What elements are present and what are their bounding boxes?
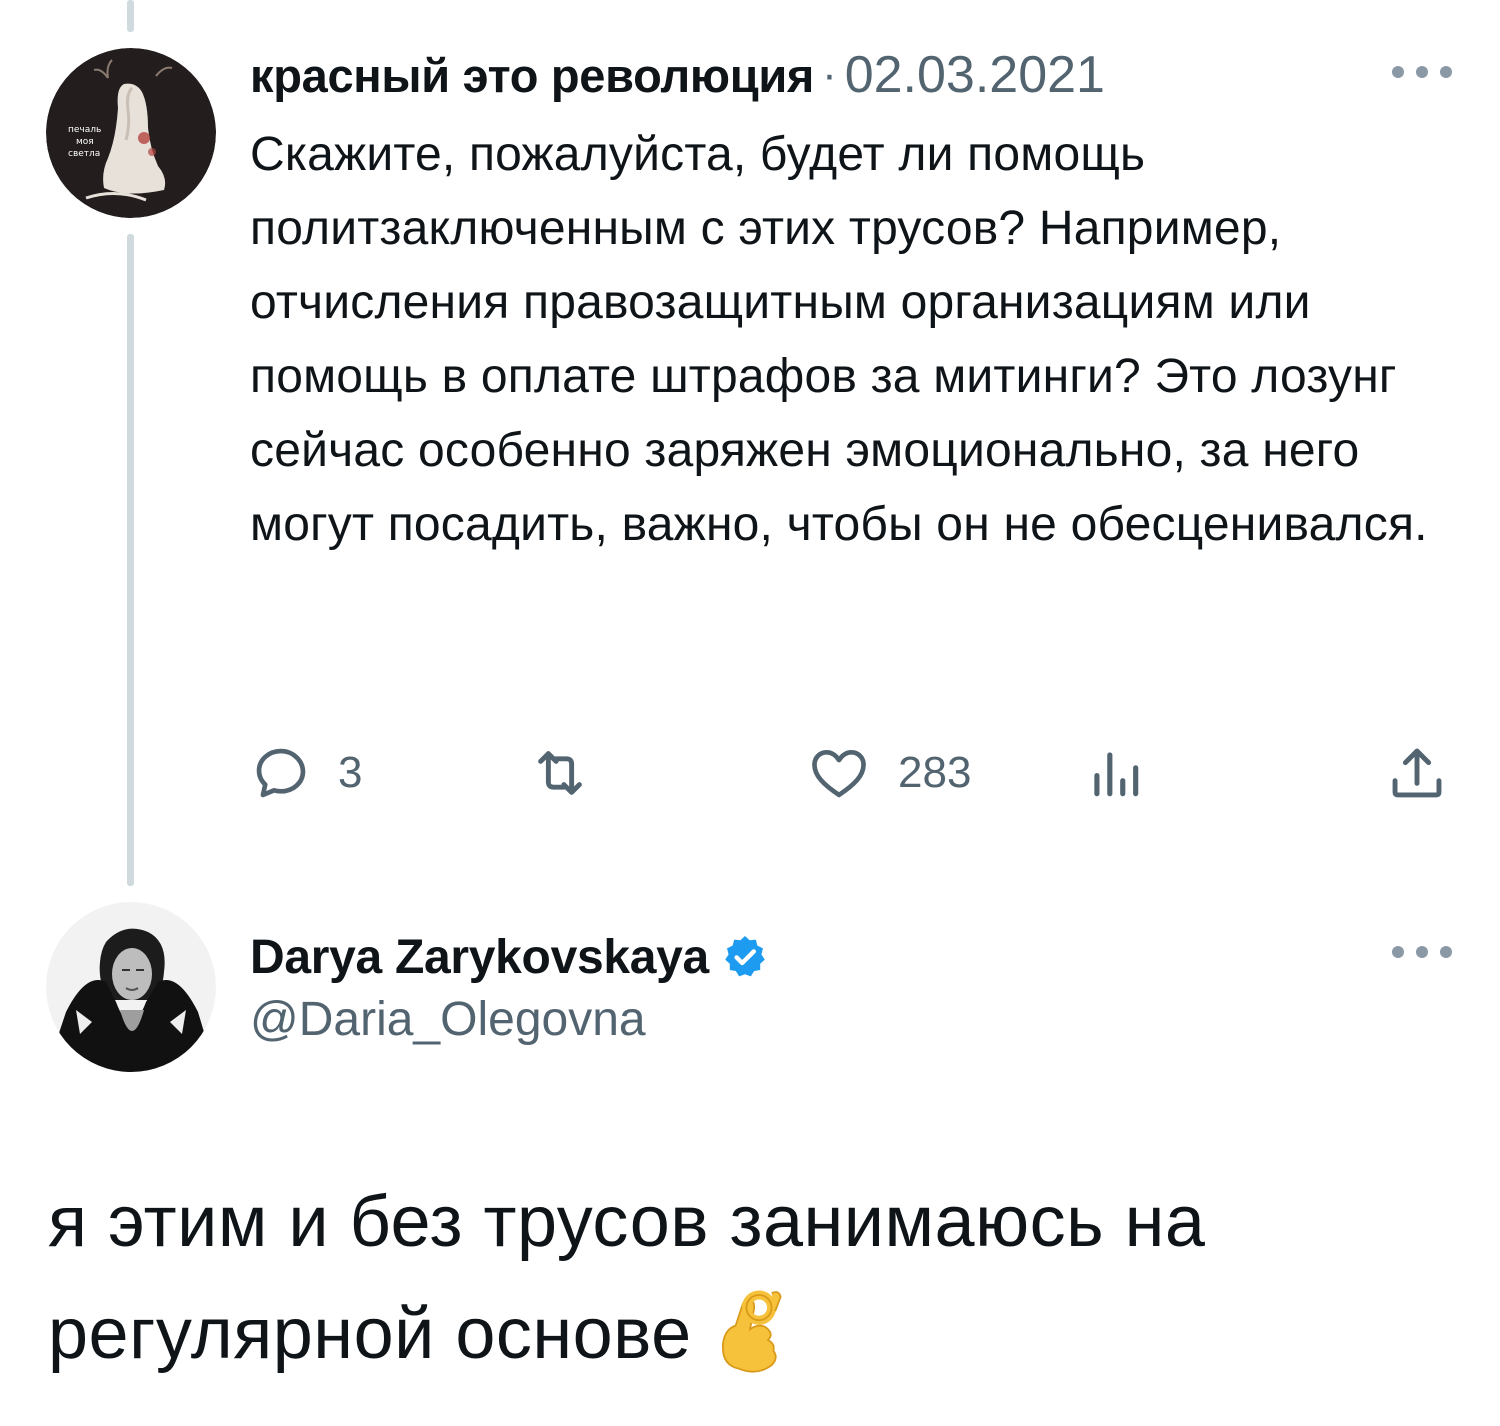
main-tweet-author-row: Darya Zarykovskaya bbox=[250, 922, 769, 992]
main-author-handle[interactable]: @Daria_Olegovna bbox=[250, 992, 646, 1054]
svg-text:печаль: печаль bbox=[68, 125, 101, 135]
retweet-action-button[interactable] bbox=[526, 738, 594, 808]
avatar-reply-author[interactable]: печаль моя светла bbox=[46, 48, 216, 218]
bar-chart-icon bbox=[1094, 752, 1139, 797]
speech-bubble-icon bbox=[256, 748, 306, 798]
thread-line-connector bbox=[127, 234, 134, 886]
main-more-options-icon[interactable] bbox=[1392, 940, 1452, 964]
thread-line-top bbox=[127, 0, 134, 32]
reply-tweet-text: Скажите, пожалуйста, будет ли помощь пол… bbox=[250, 128, 1428, 551]
reply-tweet-header: красный это революция · 02.03.2021 bbox=[250, 40, 1105, 110]
main-tweet-text-container: я этим и без трусов занимаюсь на регуляр… bbox=[48, 1166, 1468, 1390]
reply-author-name[interactable]: красный это революция bbox=[250, 48, 814, 103]
reply-count: 3 bbox=[338, 748, 363, 797]
retweet-arrows-icon bbox=[538, 751, 582, 795]
ok-hand-emoji-icon bbox=[721, 1290, 782, 1373]
header-separator: · bbox=[822, 50, 837, 99]
svg-text:светла: светла bbox=[68, 149, 100, 159]
avatar-main-author[interactable] bbox=[46, 902, 216, 1072]
heart-icon bbox=[812, 750, 866, 798]
main-tweet-text: я этим и без трусов занимаюсь на регуляр… bbox=[48, 1182, 1206, 1374]
main-author-name[interactable]: Darya Zarykovskaya bbox=[250, 930, 709, 985]
like-count: 283 bbox=[898, 748, 972, 797]
analytics-action-button[interactable] bbox=[1084, 738, 1146, 808]
svg-text:моя: моя bbox=[76, 137, 94, 147]
reply-action-button[interactable]: 3 bbox=[250, 738, 362, 808]
share-upload-icon bbox=[1392, 748, 1442, 798]
verified-badge-icon bbox=[725, 936, 765, 977]
like-action-button[interactable]: 283 bbox=[806, 738, 971, 808]
reply-tweet-date[interactable]: 02.03.2021 bbox=[845, 45, 1105, 105]
reply-more-options-icon[interactable] bbox=[1392, 60, 1452, 84]
share-action-button[interactable] bbox=[1386, 738, 1448, 808]
